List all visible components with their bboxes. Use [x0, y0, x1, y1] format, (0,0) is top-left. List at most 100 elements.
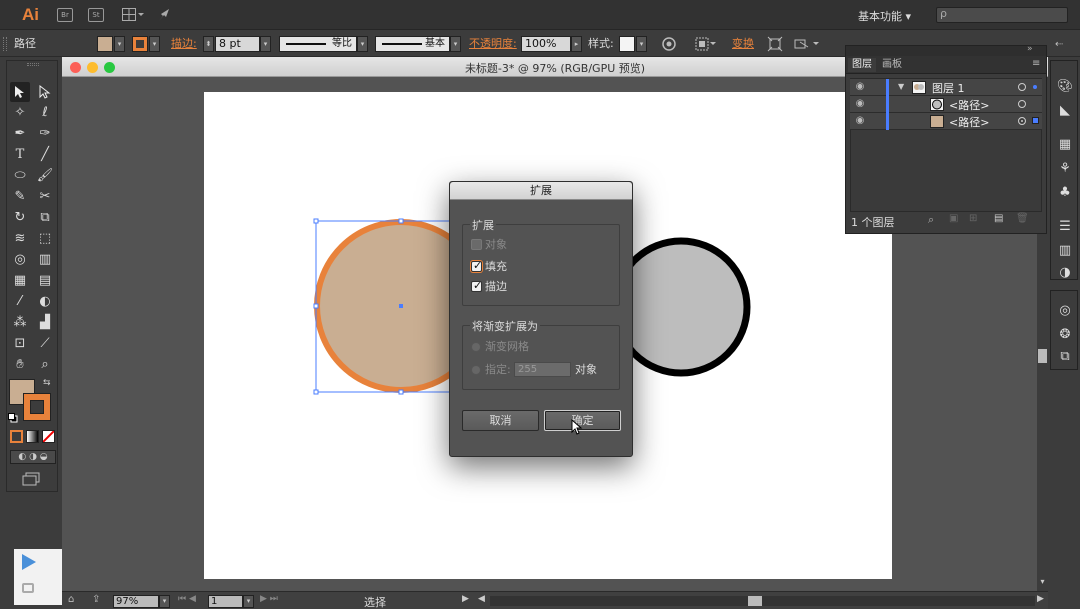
tab-layers[interactable]: 图层: [848, 58, 876, 72]
graphic-styles-icon[interactable]: ❂: [1057, 327, 1073, 343]
artboard-dropdown[interactable]: ▾: [243, 595, 254, 608]
eyedropper-tool-icon[interactable]: ⁄: [10, 292, 30, 312]
opacity-field[interactable]: 100%: [521, 36, 571, 52]
zoom-field[interactable]: 97%: [113, 595, 159, 608]
pencil-tool-icon[interactable]: ✎: [10, 187, 30, 207]
isolate-object-icon[interactable]: [767, 36, 783, 52]
screen-mode-icon[interactable]: [22, 472, 42, 486]
rotate-tool-icon[interactable]: ↻: [10, 208, 30, 228]
width-tool-icon[interactable]: ≋: [10, 229, 30, 249]
perspective-grid-tool-icon[interactable]: ▥: [35, 250, 55, 270]
selection-tool-icon[interactable]: [10, 82, 30, 102]
stroke-link[interactable]: 描边:: [171, 36, 197, 52]
none-mode-icon[interactable]: [42, 430, 55, 443]
path-target-icon[interactable]: [1018, 100, 1026, 108]
brushes-icon[interactable]: ⚘: [1057, 161, 1073, 177]
stroke-weight-dropdown[interactable]: ▾: [260, 36, 271, 52]
swap-fill-stroke-icon[interactable]: ⇆: [43, 378, 51, 388]
zoom-dropdown[interactable]: ▾: [159, 595, 170, 608]
zoom-tool-icon[interactable]: ⌕: [35, 355, 55, 375]
path-name[interactable]: <路径>: [949, 97, 989, 113]
panel-header[interactable]: »: [846, 44, 1046, 56]
stroke-weight-stepper[interactable]: ⬍: [203, 36, 214, 52]
create-new-layer-icon[interactable]: ▤: [994, 213, 1003, 224]
bridge-icon[interactable]: Br: [57, 8, 73, 22]
brush-definition[interactable]: 基本: [375, 36, 450, 52]
mesh-tool-icon[interactable]: ▦: [10, 271, 30, 291]
layers-panel-icon[interactable]: ⧉: [1057, 349, 1073, 365]
stroke-color-box[interactable]: [23, 393, 51, 421]
magic-wand-tool-icon[interactable]: ✧: [10, 103, 30, 123]
layer-row[interactable]: ◉ ▼ 图层 1: [850, 79, 1042, 96]
panel-menu-icon[interactable]: ≡: [1032, 58, 1040, 69]
next-artboard-arrow[interactable]: ▶ ⏭: [260, 594, 278, 604]
paintbrush-tool-icon[interactable]: 🖌︎: [35, 166, 55, 186]
stroke-checkbox[interactable]: [471, 279, 482, 293]
play-icon[interactable]: [22, 554, 36, 570]
visibility-eye-icon[interactable]: ◉: [853, 115, 867, 127]
pen-tool-icon[interactable]: ✒: [10, 124, 30, 144]
opacity-dropdown[interactable]: ▸: [571, 36, 582, 52]
color-palette-icon[interactable]: 🎨︎: [1057, 79, 1074, 95]
stroke-panel-icon[interactable]: ☰: [1057, 219, 1073, 235]
default-fill-stroke-icon[interactable]: [8, 413, 18, 423]
transform-link[interactable]: 变换: [732, 36, 754, 52]
fill-checkbox-label[interactable]: 填充: [485, 260, 507, 274]
stroke-checkbox-label[interactable]: 描边: [485, 280, 507, 294]
collapse-control-bar-icon[interactable]: ⇠: [1055, 39, 1063, 50]
scroll-down-arrow[interactable]: ▾: [1038, 577, 1047, 589]
scissors-tool-icon[interactable]: ✂: [35, 187, 55, 207]
symbol-sprayer-tool-icon[interactable]: ⁂: [10, 313, 30, 333]
gradient-tool-icon[interactable]: ▤: [35, 271, 55, 291]
panel-collapse-icon[interactable]: »: [1027, 44, 1033, 54]
stroke-swatch[interactable]: [132, 36, 148, 52]
fill-dropdown[interactable]: ▾: [114, 36, 125, 52]
arrange-documents-icon[interactable]: [122, 8, 144, 22]
share-icon[interactable]: ⇪: [92, 594, 106, 607]
stroke-weight-field[interactable]: 8 pt: [215, 36, 260, 52]
panel-options-icon[interactable]: [794, 36, 822, 52]
ellipse-tool-icon[interactable]: ⬭: [10, 166, 30, 186]
toolbar-grip[interactable]: [27, 63, 39, 66]
color-guide-icon[interactable]: ◣: [1057, 103, 1073, 119]
search-input[interactable]: ρ: [936, 7, 1068, 23]
stock-icon[interactable]: St: [88, 8, 104, 22]
scale-tool-icon[interactable]: ⧉: [35, 208, 55, 228]
sublayer-row[interactable]: ◉ <路径>: [850, 113, 1042, 130]
delete-layer-icon[interactable]: 🗑︎: [1016, 213, 1029, 224]
gray-circle-path[interactable]: [611, 237, 751, 377]
curvature-tool-icon[interactable]: ✑: [35, 124, 55, 144]
align-icon[interactable]: [695, 36, 717, 52]
opacity-link[interactable]: 不透明度:: [469, 36, 517, 52]
fill-swatch[interactable]: [97, 36, 113, 52]
line-segment-tool-icon[interactable]: ╱: [35, 145, 55, 165]
free-transform-tool-icon[interactable]: ⬚: [35, 229, 55, 249]
graphic-style-swatch[interactable]: [619, 36, 635, 52]
visibility-eye-icon[interactable]: ◉: [853, 81, 867, 93]
path-name[interactable]: <路径>: [949, 114, 989, 130]
artboard-number-field[interactable]: 1: [208, 595, 243, 608]
type-tool-icon[interactable]: T: [10, 145, 30, 165]
artboard-tool-icon[interactable]: ⊡: [10, 334, 30, 354]
graphic-style-dropdown[interactable]: ▾: [636, 36, 647, 52]
fill-checkbox[interactable]: [471, 259, 482, 273]
scroll-left-arrow[interactable]: ◀: [478, 594, 485, 604]
scroll-right-arrow[interactable]: ▶: [1037, 594, 1044, 604]
grip-handle[interactable]: [3, 37, 7, 51]
gradient-panel-icon[interactable]: ▥: [1057, 243, 1073, 259]
hand-tool-icon[interactable]: ✋︎: [10, 355, 30, 375]
first-artboard-arrow[interactable]: ⏮ ◀: [178, 594, 196, 604]
comment-icon[interactable]: [22, 583, 34, 593]
locate-object-icon[interactable]: ⌕: [928, 213, 934, 227]
vertical-scroll-thumb[interactable]: [1038, 349, 1047, 363]
column-graph-tool-icon[interactable]: ▟: [35, 313, 55, 333]
shape-builder-tool-icon[interactable]: ◎: [10, 250, 30, 270]
appearance-panel-icon[interactable]: ◎: [1057, 303, 1073, 319]
drawing-modes-icon[interactable]: ◐ ◑ ◒: [10, 450, 56, 464]
layer-name[interactable]: 图层 1: [932, 80, 965, 96]
symbols-icon[interactable]: ♣: [1057, 185, 1073, 201]
layer-target-icon[interactable]: [1018, 83, 1026, 91]
color-mode-icon[interactable]: [10, 430, 23, 443]
profile-dropdown[interactable]: ▾: [357, 36, 368, 52]
sublayer-row[interactable]: ◉ <路径>: [850, 96, 1042, 113]
